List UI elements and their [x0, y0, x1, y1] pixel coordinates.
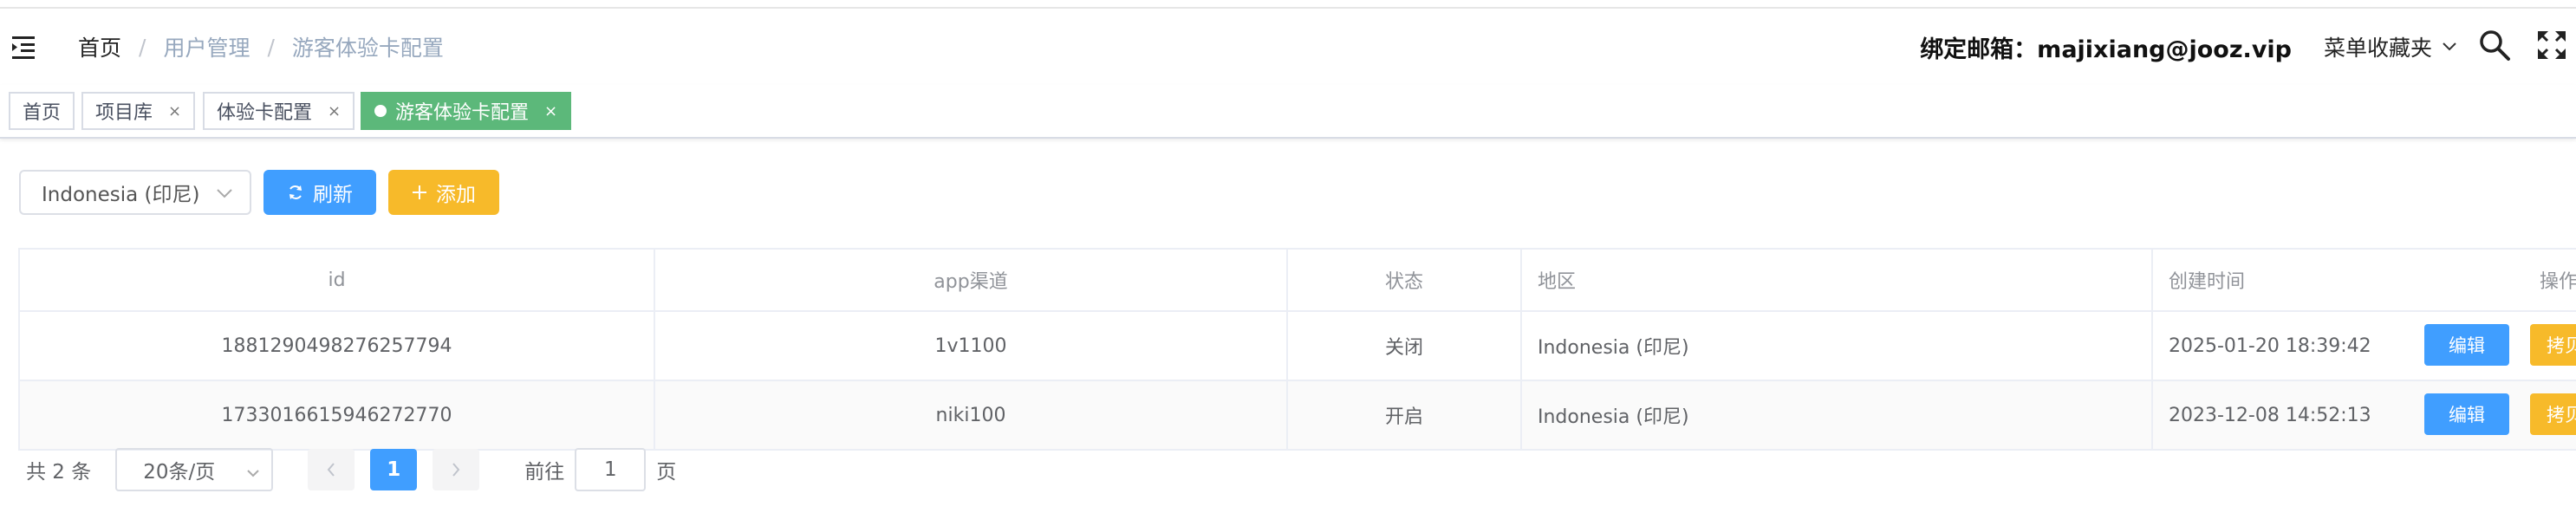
config-table: id app渠道 状态 地区 创建时间 操作 18812904982762577… [18, 248, 2576, 451]
tag-label: 体验卡配置 [217, 102, 313, 124]
column-header-id: id [20, 250, 655, 310]
add-label: 添加 [436, 184, 476, 206]
cell-id: 1733016615946272770 [20, 381, 655, 449]
navbar: 首页 / 用户管理 / 游客体验卡配置 绑定邮箱：majixiang@jooz.… [0, 9, 2576, 87]
close-icon[interactable]: × [168, 102, 181, 120]
column-header-region: 地区 [1522, 250, 2153, 310]
copy-button[interactable]: 拷贝 [2530, 393, 2576, 435]
column-header-status: 状态 [1288, 250, 1522, 310]
refresh-label: 刷新 [313, 184, 353, 206]
menu-favorites-dropdown[interactable]: 菜单收藏夹 [2324, 31, 2458, 62]
table-row: 1733016615946272770 niki100 开启 Indonesia… [20, 381, 2576, 451]
cell-region: Indonesia (印尼) [1522, 381, 2153, 449]
cell-status: 关闭 [1288, 312, 1522, 380]
goto-prefix: 前往 [524, 461, 565, 484]
cell-region: Indonesia (印尼) [1522, 312, 2153, 380]
cell-id: 1881290498276257794 [20, 312, 655, 380]
chevron-right-icon [452, 463, 460, 477]
page-size-value: 20条/页 [143, 461, 216, 484]
breadcrumb-separator: / [139, 34, 146, 60]
breadcrumb-separator: / [267, 34, 275, 60]
search-icon[interactable] [2477, 28, 2512, 62]
cell-app-channel: niki100 [655, 381, 1288, 449]
table-header: id app渠道 状态 地区 创建时间 操作 [20, 250, 2576, 312]
close-icon[interactable]: × [544, 102, 557, 120]
region-select-value: Indonesia (印尼) [42, 184, 200, 206]
tag-label: 项目库 [95, 102, 153, 124]
page-size-select[interactable]: 20条/页 [115, 448, 274, 491]
active-dot-icon [374, 105, 387, 117]
menu-fold-icon[interactable] [10, 31, 42, 62]
chevron-left-icon [327, 463, 335, 477]
pagination-total: 共 2 条 [26, 461, 92, 484]
chevron-down-icon [2441, 41, 2458, 53]
pagination: 共 2 条 20条/页 1 前往 页 [26, 447, 676, 492]
breadcrumb-current: 游客体验卡配置 [291, 36, 444, 61]
tag-project-library[interactable]: 项目库 × [81, 92, 196, 130]
plus-icon [412, 185, 427, 200]
fullscreen-icon[interactable] [2534, 28, 2569, 62]
chevron-down-icon [215, 184, 234, 208]
edit-button[interactable]: 编辑 [2424, 393, 2509, 435]
breadcrumb-user-management: 用户管理 [163, 36, 250, 61]
page-number-current[interactable]: 1 [370, 449, 418, 490]
chevron-down-icon [245, 464, 261, 486]
copy-button[interactable]: 拷贝 [2530, 324, 2576, 366]
goto-page-input[interactable] [575, 448, 647, 491]
tag-guest-experience-card-config[interactable]: 游客体验卡配置 × [361, 92, 572, 130]
menu-favorites-label: 菜单收藏夹 [2323, 36, 2432, 61]
tag-label: 游客体验卡配置 [395, 102, 530, 124]
cell-app-channel: 1v1100 [655, 312, 1288, 380]
refresh-icon [287, 184, 304, 201]
cell-actions: 编辑 拷贝 [2317, 312, 2576, 380]
goto-suffix: 页 [656, 461, 677, 484]
breadcrumb-home[interactable]: 首页 [78, 31, 121, 62]
tags-view: 首页 项目库 × 体验卡配置 × 游客体验卡配置 × [0, 85, 2576, 139]
tag-home[interactable]: 首页 [9, 92, 75, 130]
region-select[interactable]: Indonesia (印尼) [19, 170, 251, 215]
tag-experience-card-config[interactable]: 体验卡配置 × [203, 92, 355, 130]
tag-label: 首页 [23, 102, 62, 124]
cell-status: 开启 [1288, 381, 1522, 449]
next-page-button[interactable] [433, 449, 480, 490]
refresh-button[interactable]: 刷新 [263, 170, 376, 215]
close-icon[interactable]: × [328, 102, 341, 120]
edit-button[interactable]: 编辑 [2424, 324, 2509, 366]
column-header-app-channel: app渠道 [655, 250, 1288, 310]
breadcrumb: 首页 / 用户管理 / 游客体验卡配置 [78, 31, 444, 62]
table-row: 1881290498276257794 1v1100 关闭 Indonesia … [20, 312, 2576, 381]
bound-email: 绑定邮箱：majixiang@jooz.vip [1920, 36, 2292, 63]
cell-actions: 编辑 拷贝 [2317, 381, 2576, 449]
column-header-actions: 操作 [2539, 271, 2576, 293]
add-button[interactable]: 添加 [388, 170, 499, 215]
prev-page-button[interactable] [308, 449, 355, 490]
